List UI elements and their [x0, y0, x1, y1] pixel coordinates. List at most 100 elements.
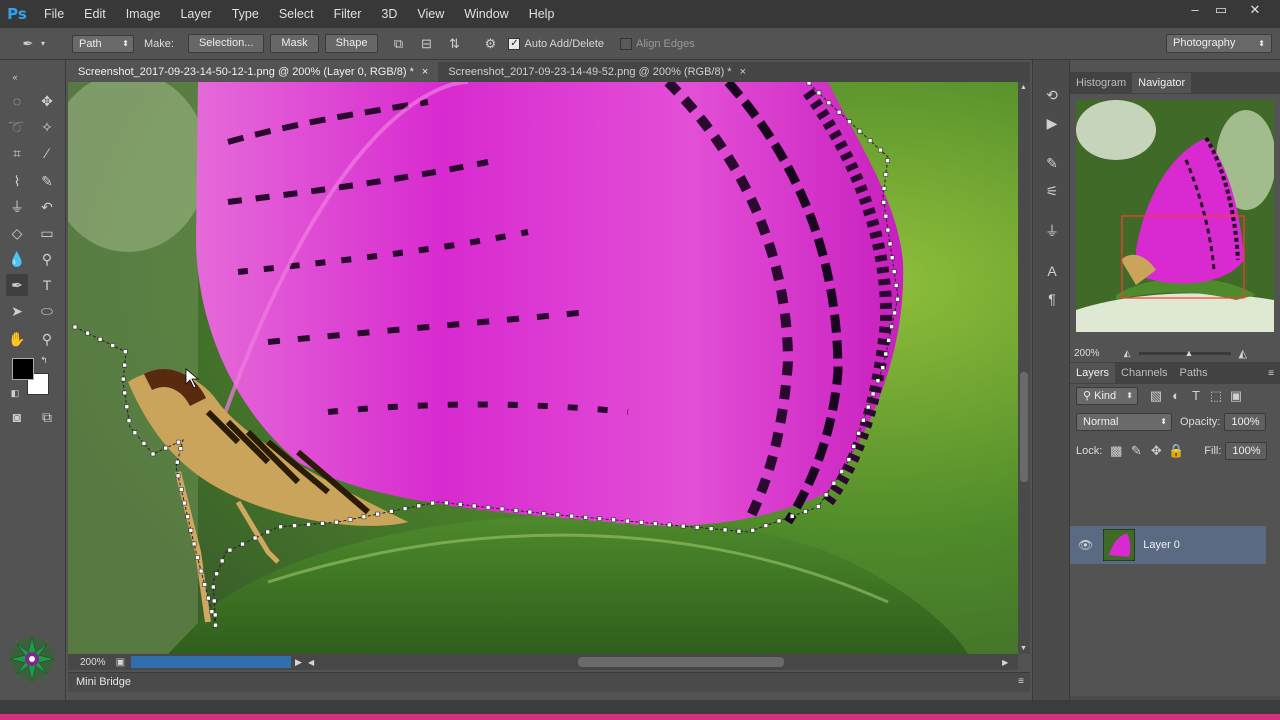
path-anchor-point[interactable]	[555, 512, 561, 518]
workspace-select[interactable]: Photography ⬍	[1166, 34, 1272, 53]
path-anchor-point[interactable]	[878, 147, 883, 153]
marquee-tool-icon[interactable]: ◌	[6, 90, 28, 112]
vertical-scrollbar[interactable]: ▲ ▼	[1018, 82, 1030, 654]
path-anchor-point[interactable]	[885, 227, 891, 233]
zoom-in-icon[interactable]: ◭	[1239, 347, 1247, 360]
actions-panel-icon[interactable]: ▶	[1041, 112, 1063, 134]
zoom-slider-thumb-icon[interactable]: ▲	[1185, 348, 1194, 358]
path-anchor-point[interactable]	[122, 349, 128, 354]
path-anchor-point[interactable]	[182, 500, 187, 506]
path-anchor-point[interactable]	[789, 513, 795, 519]
path-anchor-point[interactable]	[430, 500, 435, 506]
path-anchor-point[interactable]	[883, 213, 889, 219]
path-anchor-point[interactable]	[402, 506, 408, 511]
path-anchor-point[interactable]	[541, 511, 547, 516]
path-anchor-point[interactable]	[776, 518, 782, 524]
path-anchor-point[interactable]	[132, 430, 138, 436]
path-anchor-point[interactable]	[527, 509, 533, 515]
path-anchor-point[interactable]	[211, 598, 217, 604]
blur-tool-icon[interactable]: 💧	[6, 248, 28, 270]
quick-mask-icon[interactable]: ◙	[6, 406, 28, 428]
opacity-input[interactable]: 100%	[1224, 413, 1267, 431]
path-operations-icon[interactable]: ⧉	[388, 34, 408, 54]
move-tool-icon[interactable]: ✥	[36, 90, 58, 112]
zoom-level[interactable]: 200%	[80, 657, 106, 668]
path-anchor-point[interactable]	[163, 445, 169, 451]
navigator-zoom-value[interactable]: 200%	[1074, 348, 1100, 359]
path-anchor-point[interactable]	[219, 558, 225, 564]
menu-layer[interactable]: Layer	[170, 0, 221, 28]
path-anchor-point[interactable]	[361, 514, 367, 520]
path-anchor-point[interactable]	[513, 508, 519, 513]
collapse-toolbox-icon[interactable]: «	[4, 66, 26, 88]
path-selection-tool-icon[interactable]: ➤	[6, 300, 28, 322]
lock-position-icon[interactable]: ✥	[1146, 441, 1166, 461]
path-anchor-point[interactable]	[97, 337, 103, 342]
path-anchor-point[interactable]	[150, 451, 156, 457]
path-anchor-point[interactable]	[680, 523, 686, 529]
path-anchor-point[interactable]	[72, 324, 78, 330]
tab-histogram[interactable]: Histogram	[1070, 73, 1132, 93]
path-anchor-point[interactable]	[883, 351, 889, 357]
path-anchor-point[interactable]	[826, 100, 832, 106]
path-anchor-point[interactable]	[881, 186, 887, 191]
auto-add-delete-checkbox[interactable]: ✓ Auto Add/Delete	[508, 37, 604, 50]
path-anchor-point[interactable]	[611, 517, 616, 523]
path-anchor-point[interactable]	[499, 506, 505, 512]
path-anchor-point[interactable]	[856, 431, 861, 436]
tab-channels[interactable]: Channels	[1115, 363, 1173, 383]
character-panel-icon[interactable]: A	[1041, 260, 1063, 282]
close-button[interactable]: ✕	[1242, 0, 1268, 20]
filter-shape-icon[interactable]: ⬚	[1206, 386, 1226, 406]
path-anchor-point[interactable]	[851, 444, 857, 449]
ellipse-tool-icon[interactable]: ⬭	[36, 300, 58, 322]
brush-panel-icon[interactable]: ✎	[1041, 152, 1063, 174]
horizontal-scroll-thumb[interactable]	[578, 657, 785, 667]
path-anchor-point[interactable]	[722, 527, 728, 533]
path-anchor-point[interactable]	[471, 503, 477, 509]
brush-tool-icon[interactable]: ✎	[36, 170, 58, 192]
gradient-tool-icon[interactable]: ▭	[36, 222, 58, 244]
path-anchor-point[interactable]	[893, 283, 899, 288]
eye-visibility-icon[interactable]: 👁	[1078, 538, 1093, 552]
menu-3d[interactable]: 3D	[371, 0, 407, 28]
clone-source-panel-icon[interactable]: ⏚	[1041, 220, 1063, 242]
document-info-icon[interactable]: ▣	[116, 657, 125, 668]
path-anchor-point[interactable]	[278, 524, 283, 530]
path-anchor-point[interactable]	[174, 459, 180, 465]
pen-tool-icon[interactable]: ✒	[18, 34, 38, 54]
path-anchor-point[interactable]	[750, 528, 755, 533]
close-tab-icon[interactable]: ×	[740, 66, 746, 78]
path-anchor-point[interactable]	[120, 376, 126, 382]
path-anchor-point[interactable]	[188, 528, 194, 533]
path-anchor-point[interactable]	[252, 535, 258, 541]
path-anchor-point[interactable]	[857, 128, 863, 134]
tool-preset-chevron-icon[interactable]: ▾	[38, 34, 48, 54]
path-anchor-point[interactable]	[583, 515, 588, 520]
path-anchor-point[interactable]	[653, 521, 658, 526]
path-anchor-point[interactable]	[457, 502, 463, 507]
menu-edit[interactable]: Edit	[74, 0, 116, 28]
path-anchor-point[interactable]	[175, 473, 181, 479]
fill-input[interactable]: 100%	[1225, 442, 1268, 460]
path-alignment-icon[interactable]: ⊟	[416, 34, 436, 54]
tab-document-1[interactable]: Screenshot_2017-09-23-14-50-12-1.png @ 2…	[68, 62, 439, 82]
path-anchor-point[interactable]	[212, 612, 218, 618]
path-anchor-point[interactable]	[831, 480, 837, 486]
menu-type[interactable]: Type	[222, 0, 269, 28]
zoom-slider[interactable]: ▲	[1138, 348, 1231, 358]
path-anchor-point[interactable]	[240, 541, 245, 547]
path-anchor-point[interactable]	[891, 269, 897, 274]
path-anchor-point[interactable]	[625, 518, 630, 524]
make-mask-button[interactable]: Mask	[270, 34, 319, 53]
lasso-tool-icon[interactable]: ➰	[6, 116, 28, 138]
path-arrangement-icon[interactable]: ⇅	[444, 34, 464, 54]
mini-bridge-tab[interactable]: Mini Bridge	[76, 676, 131, 688]
scroll-down-icon[interactable]: ▼	[1020, 645, 1027, 652]
path-anchor-point[interactable]	[803, 509, 808, 514]
tab-paths[interactable]: Paths	[1174, 363, 1214, 383]
make-shape-button[interactable]: Shape	[324, 34, 379, 53]
tab-document-2[interactable]: Screenshot_2017-09-23-14-49-52.png @ 200…	[438, 62, 756, 82]
path-anchor-point[interactable]	[485, 505, 491, 510]
restore-button[interactable]: ▭	[1208, 0, 1234, 20]
